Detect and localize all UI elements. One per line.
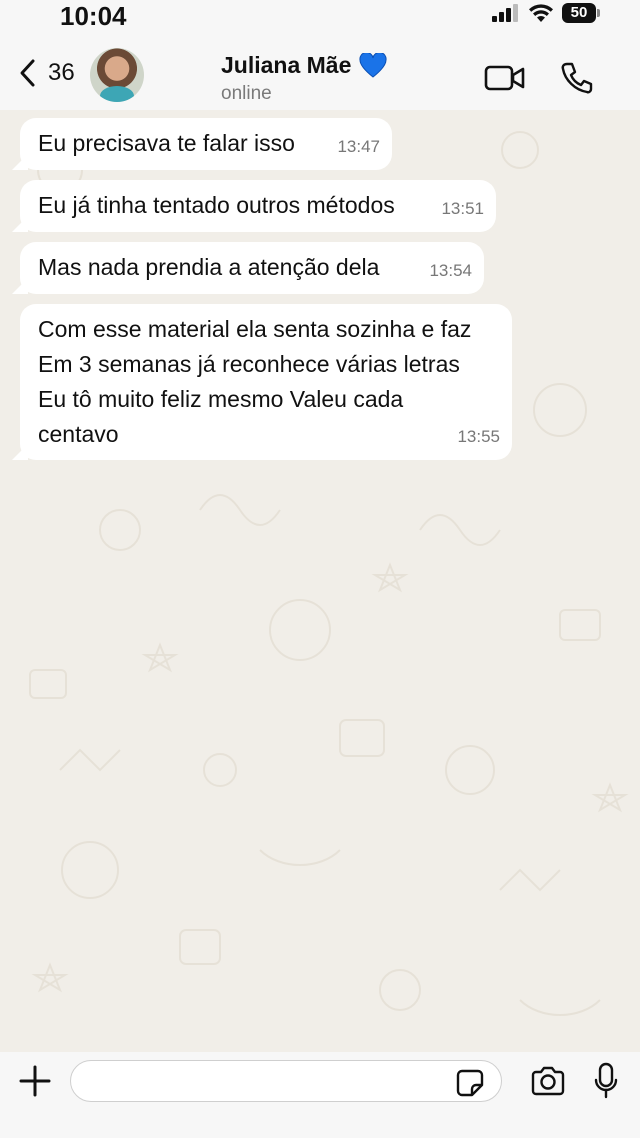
status-time: 10:04 <box>60 1 127 31</box>
unread-count: 36 <box>48 59 75 86</box>
message-text: Mas nada prendia a atenção dela <box>38 254 380 280</box>
sticker-icon <box>456 1069 484 1097</box>
message-bubble[interactable]: Com esse material ela senta sozinha e fa… <box>20 304 512 460</box>
message-time: 13:47 <box>337 137 380 156</box>
message-bubble[interactable]: Eu já tinha tentado outros métodos 13:51 <box>20 180 496 232</box>
avatar[interactable] <box>90 48 144 102</box>
microphone-icon <box>594 1062 618 1099</box>
blue-heart-icon <box>359 52 387 78</box>
video-camera-icon <box>484 65 525 91</box>
wifi-icon <box>529 4 553 22</box>
message-bubble[interactable]: Mas nada prendia a atenção dela 13:54 <box>20 242 484 294</box>
chat-header: 36 Juliana Mãe online <box>0 32 640 110</box>
message-input[interactable] <box>70 1060 502 1102</box>
contact-name[interactable]: Juliana Mãe <box>221 52 387 79</box>
back-chevron-icon <box>20 59 35 87</box>
sticker-button[interactable] <box>456 1069 484 1097</box>
message-text: Eu já tinha tentado outros métodos <box>38 192 395 218</box>
video-call-button[interactable] <box>484 64 526 92</box>
voice-message-button[interactable] <box>594 1062 618 1100</box>
attach-button[interactable] <box>18 1064 52 1098</box>
message-time: 13:55 <box>457 427 500 446</box>
message-bubble[interactable]: Eu precisava te falar isso 13:47 <box>20 118 392 170</box>
message-time: 13:51 <box>441 199 484 218</box>
chat-area[interactable]: Eu precisava te falar isso 13:47 Eu já t… <box>0 110 640 1052</box>
input-bar <box>0 1052 640 1138</box>
camera-button[interactable] <box>530 1066 566 1096</box>
contact-status: online <box>221 83 272 104</box>
contact-name-text: Juliana Mãe <box>221 52 352 78</box>
plus-icon <box>19 1065 51 1097</box>
message-time: 13:54 <box>429 261 472 280</box>
back-button[interactable]: 36 <box>18 56 88 90</box>
message-text: Com esse material ela senta sozinha e fa… <box>38 316 472 447</box>
camera-icon <box>531 1066 565 1096</box>
phone-icon <box>561 62 593 94</box>
status-bar: 10:04 50 <box>0 0 640 32</box>
battery-indicator: 50 <box>562 3 600 23</box>
voice-call-button[interactable] <box>560 61 594 95</box>
signal-icon <box>492 4 518 22</box>
status-icons: 50 <box>492 3 600 23</box>
